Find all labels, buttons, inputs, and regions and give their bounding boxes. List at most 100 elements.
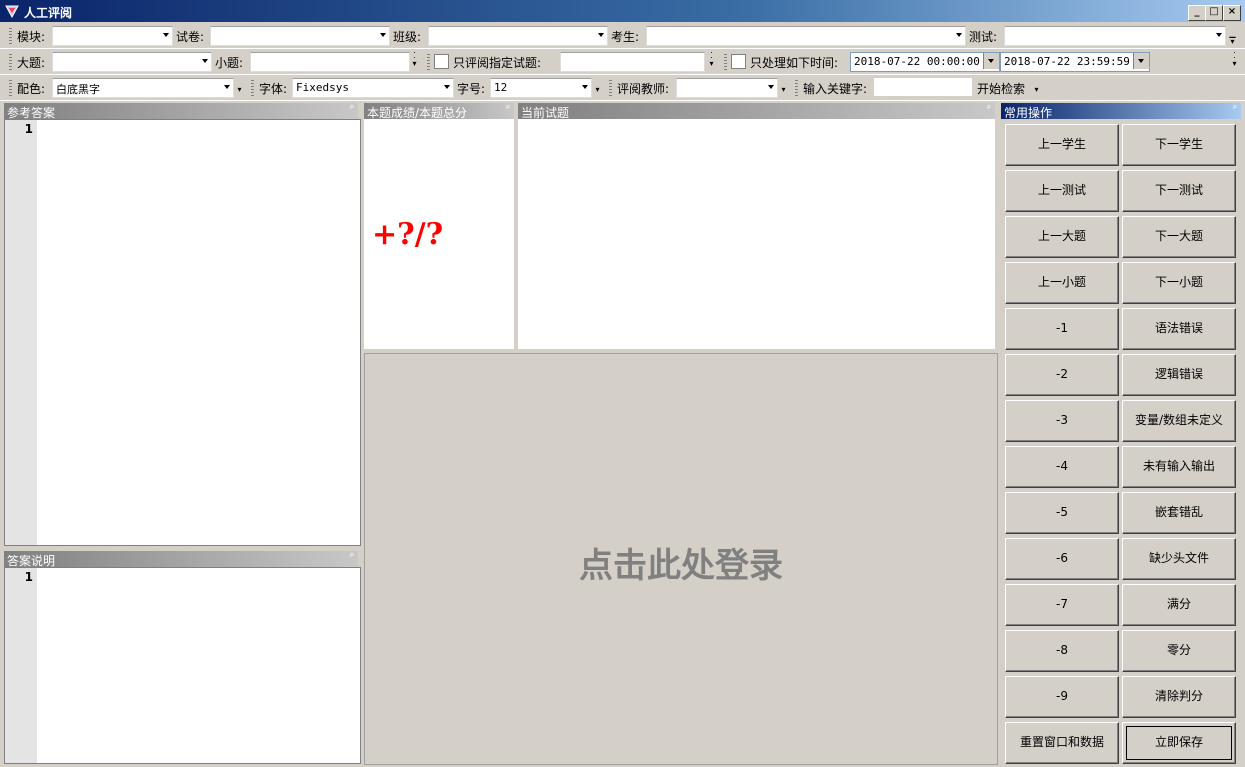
save-now-button[interactable]: 立即保存 <box>1122 722 1236 764</box>
prev-test-button[interactable]: 上一测试 <box>1005 170 1119 212</box>
minus-1-button[interactable]: -1 <box>1005 308 1119 350</box>
time-start-picker[interactable]: 2018-07-22 00:00:00 <box>850 52 1000 72</box>
paper-label: 试卷: <box>176 30 205 44</box>
toolbar-grip[interactable] <box>251 80 254 96</box>
prev-small-question-button[interactable]: 上一小题 <box>1005 262 1119 304</box>
minus-4-button[interactable]: -4 <box>1005 446 1119 488</box>
syntax-error-button[interactable]: 语法错误 <box>1122 308 1236 350</box>
score-display: +?/? <box>372 217 444 252</box>
next-student-button[interactable]: 下一学生 <box>1122 124 1236 166</box>
teacher-combo[interactable] <box>676 78 778 98</box>
time-end-picker[interactable]: 2018-07-22 23:59:59 <box>1000 52 1150 72</box>
logic-error-button[interactable]: 逻辑错误 <box>1122 354 1236 396</box>
toolbar-overflow-icon[interactable]: ▾ <box>779 78 788 98</box>
pin-icon[interactable]: ᵖ <box>350 104 354 114</box>
chevron-down-icon <box>380 33 386 37</box>
minus-6-button[interactable]: -6 <box>1005 538 1119 580</box>
student-combo[interactable] <box>646 26 966 46</box>
class-combo[interactable] <box>428 26 608 46</box>
minus-7-button[interactable]: -7 <box>1005 584 1119 626</box>
clear-score-button[interactable]: 清除判分 <box>1122 676 1236 718</box>
reset-window-button[interactable]: 重置窗口和数据 <box>1005 722 1119 764</box>
font-combo[interactable]: Fixedsys <box>292 78 454 98</box>
zero-score-button[interactable]: 零分 <box>1122 630 1236 672</box>
font-size-label: 字号: <box>457 82 486 96</box>
current-question-panel[interactable] <box>518 119 995 349</box>
toolbar-overflow-icon[interactable]: ⁚ ▾ <box>707 52 716 72</box>
time-end-value: 2018-07-22 23:59:59 <box>1004 55 1130 68</box>
big-question-label: 大题: <box>17 56 46 70</box>
test-combo[interactable] <box>1004 26 1226 46</box>
login-prompt[interactable]: 点击此处登录 <box>365 538 997 587</box>
full-score-button[interactable]: 满分 <box>1122 584 1236 626</box>
font-label: 字体: <box>259 82 288 96</box>
pin-icon[interactable]: ᵖ <box>987 104 991 114</box>
toolbar-overflow-icon[interactable]: ▾ <box>593 78 602 98</box>
specified-question-field[interactable] <box>560 52 705 72</box>
close-button[interactable]: × <box>1223 5 1241 21</box>
toolbar-grip[interactable] <box>9 54 12 70</box>
toolbar-overflow-icon[interactable]: ▾ <box>1032 78 1041 98</box>
color-scheme-combo[interactable]: 白底黑字 <box>52 78 234 98</box>
next-test-button[interactable]: 下一测试 <box>1122 170 1236 212</box>
class-label: 班级: <box>393 30 422 44</box>
nesting-error-button[interactable]: 嵌套错乱 <box>1122 492 1236 534</box>
module-label: 模块: <box>17 30 46 44</box>
next-big-question-button[interactable]: 下一大题 <box>1122 216 1236 258</box>
reference-answer-editor[interactable]: 1 <box>4 119 361 546</box>
minus-3-button[interactable]: -3 <box>1005 400 1119 442</box>
toolbar-grip[interactable] <box>427 54 430 70</box>
font-size-value: 12 <box>494 81 508 94</box>
toolbar-overflow-icon[interactable]: ⁚ ▾ <box>1230 52 1239 72</box>
chevron-down-icon <box>202 59 208 63</box>
keyword-label: 输入关键字: <box>803 82 868 96</box>
common-ops-title: 常用操作 <box>1004 106 1053 120</box>
toolbar-overflow-icon[interactable]: ⁚ ▾ <box>410 52 419 72</box>
minimize-button[interactable]: _ <box>1188 5 1206 21</box>
answer-notes-header: 答案说明 ᵖ <box>4 551 358 568</box>
test-label: 测试: <box>969 30 998 44</box>
calendar-dropdown-icon[interactable] <box>1133 53 1149 69</box>
login-area[interactable]: 点击此处登录 <box>364 353 998 765</box>
answer-notes-editor[interactable]: 1 <box>4 567 361 764</box>
font-value: Fixedsys <box>296 81 349 94</box>
only-time-checkbox[interactable] <box>731 54 746 69</box>
toolbar-grip[interactable] <box>724 54 727 70</box>
reference-answer-header: 参考答案 ᵖ <box>4 103 358 120</box>
current-question-header: 当前试题 ᵖ <box>518 103 995 120</box>
toolbar-grip[interactable] <box>9 28 12 44</box>
paper-combo[interactable] <box>210 26 390 46</box>
score-panel[interactable]: +?/? <box>364 119 514 349</box>
small-question-combo[interactable] <box>250 52 410 72</box>
score-panel-header: 本题成绩/本题总分 ᵖ <box>364 103 514 120</box>
minus-5-button[interactable]: -5 <box>1005 492 1119 534</box>
pin-icon[interactable]: ᵖ <box>350 552 354 562</box>
toolbar-grip[interactable] <box>609 80 612 96</box>
big-question-combo[interactable] <box>52 52 212 72</box>
toolbar-overflow-icon[interactable]: ▁ ▾ <box>1228 30 1237 50</box>
only-review-checkbox[interactable] <box>434 54 449 69</box>
pin-icon[interactable]: ᵖ <box>506 104 510 114</box>
chevron-down-icon <box>768 85 774 89</box>
minus-2-button[interactable]: -2 <box>1005 354 1119 396</box>
prev-big-question-button[interactable]: 上一大题 <box>1005 216 1119 258</box>
search-button[interactable]: 开始检索 <box>977 80 1025 97</box>
minus-9-button[interactable]: -9 <box>1005 676 1119 718</box>
module-combo[interactable] <box>52 26 173 46</box>
chevron-down-icon <box>444 85 450 89</box>
minus-8-button[interactable]: -8 <box>1005 630 1119 672</box>
undefined-variable-button[interactable]: 变量/数组未定义 <box>1122 400 1236 442</box>
teacher-label: 评阅教师: <box>617 82 670 96</box>
keyword-input[interactable] <box>874 78 972 96</box>
missing-header-button[interactable]: 缺少头文件 <box>1122 538 1236 580</box>
calendar-dropdown-icon[interactable] <box>983 53 999 69</box>
font-size-combo[interactable]: 12 <box>490 78 592 98</box>
toolbar-overflow-icon[interactable]: ▾ <box>235 78 244 98</box>
pin-icon[interactable]: ᵖ <box>1233 104 1237 114</box>
maximize-button[interactable]: □ <box>1205 5 1223 21</box>
toolbar-grip[interactable] <box>795 80 798 96</box>
prev-student-button[interactable]: 上一学生 <box>1005 124 1119 166</box>
toolbar-grip[interactable] <box>9 80 12 96</box>
no-io-button[interactable]: 未有输入输出 <box>1122 446 1236 488</box>
next-small-question-button[interactable]: 下一小题 <box>1122 262 1236 304</box>
